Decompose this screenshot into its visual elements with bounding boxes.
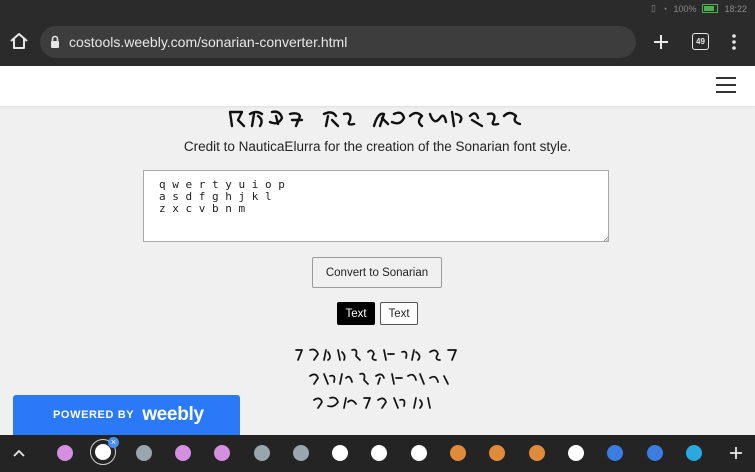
tab-favicon-icon[interactable]	[332, 445, 348, 461]
tab-favicon-icon[interactable]	[411, 445, 427, 461]
lock-icon	[51, 35, 59, 48]
text-toggle-active[interactable]: Text	[337, 302, 375, 325]
weebly-logo: weebly	[142, 404, 204, 425]
add-tab-icon[interactable]	[728, 445, 744, 461]
status-icons: ▯ ◔ 100% 18:22	[651, 3, 747, 14]
site-header	[0, 66, 755, 106]
tab-favicon-icon[interactable]	[489, 445, 505, 461]
more-menu-icon[interactable]	[728, 31, 740, 53]
tab-favicon-icon[interactable]	[57, 445, 73, 461]
tab-favicon-icon[interactable]	[214, 445, 230, 461]
address-bar[interactable]: costools.weebly.com/sonarian-converter.h…	[40, 26, 636, 58]
tab-favicon-icon[interactable]	[686, 445, 702, 461]
tab-favicon-icon[interactable]	[529, 445, 545, 461]
tab-favicon-icon[interactable]	[293, 445, 309, 461]
tab-favicon-icon[interactable]	[136, 445, 152, 461]
url-text: costools.weebly.com/sonarian-converter.h…	[69, 34, 348, 50]
tab-favicon-icon[interactable]	[254, 445, 270, 461]
tab-switcher-button[interactable]: 49	[692, 33, 709, 50]
tab-favicon-icon[interactable]	[371, 445, 387, 461]
hamburger-menu-icon[interactable]	[716, 77, 736, 95]
alarm-icon: ◔	[662, 3, 668, 14]
powered-by-label: POWERED BY	[53, 409, 135, 421]
home-icon[interactable]	[8, 30, 30, 52]
new-tab-icon[interactable]	[650, 31, 672, 53]
tab-shelf: ×	[0, 435, 755, 472]
tab-favicon-icon[interactable]	[568, 445, 584, 461]
tab-favicon-icon[interactable]	[450, 445, 466, 461]
clock: 18:22	[724, 3, 747, 14]
close-tab-icon[interactable]: ×	[108, 437, 119, 448]
sonarian-output-glyphs	[295, 348, 457, 409]
browser-toolbar: costools.weebly.com/sonarian-converter.h…	[0, 18, 755, 66]
tab-favicon-icon[interactable]	[647, 445, 663, 461]
tab-favicon-icon[interactable]	[175, 445, 191, 461]
convert-to-sonarian-button[interactable]: Convert to Sonarian	[312, 257, 442, 288]
status-bar: ▯ ◔ 100% 18:22	[0, 0, 755, 18]
vibrate-icon: ▯	[651, 3, 656, 13]
tab-favicon-icon[interactable]	[607, 445, 623, 461]
powered-by-weebly-badge[interactable]: POWERED BY weebly	[13, 395, 240, 435]
credit-text: Credit to NauticaElurra for the creation…	[183, 139, 572, 154]
battery-icon	[702, 4, 719, 13]
input-textarea[interactable]	[143, 170, 609, 242]
sonarian-title-glyphs	[228, 110, 522, 128]
resize-handle-icon[interactable]	[603, 236, 609, 242]
text-toggle-inactive[interactable]: Text	[380, 302, 418, 325]
battery-percent: 100%	[673, 3, 697, 14]
tab-favicon-icon[interactable]	[95, 444, 111, 460]
chevron-up-icon[interactable]	[12, 447, 26, 459]
